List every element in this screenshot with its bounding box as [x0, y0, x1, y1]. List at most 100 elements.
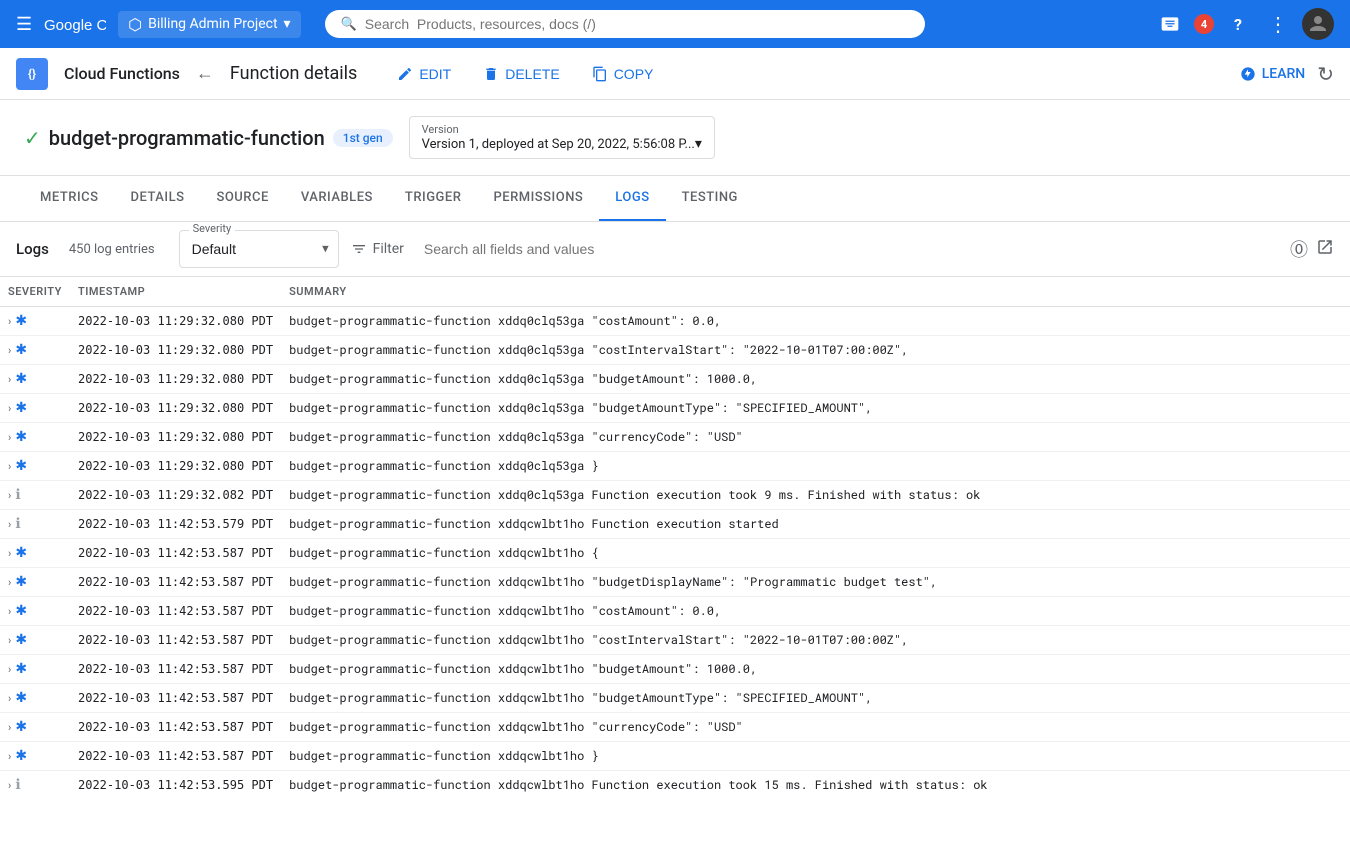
row-expand-btn[interactable]: › [8, 518, 11, 531]
row-expand-btn[interactable]: › [8, 489, 11, 502]
severity-select[interactable]: Default DEBUG INFO WARNING ERROR CRITICA… [179, 230, 339, 268]
timestamp-cell: 2022-10-03 11:29:32.080 PDT [70, 423, 281, 452]
summary-cell: budget-programmatic-function xddqcwlbt1h… [281, 626, 1350, 655]
back-button[interactable]: ← [196, 63, 214, 84]
severity-cell: ›✱ [0, 365, 70, 394]
severity-cell: ›✱ [0, 655, 70, 684]
summary-cell: budget-programmatic-function xddqcwlbt1h… [281, 510, 1350, 539]
row-expand-btn[interactable]: › [8, 431, 11, 444]
timestamp-cell: 2022-10-03 11:29:32.080 PDT [70, 365, 281, 394]
table-row[interactable]: ›✱2022-10-03 11:29:32.080 PDTbudget-prog… [0, 394, 1350, 423]
timestamp-cell: 2022-10-03 11:42:53.587 PDT [70, 568, 281, 597]
severity-cell: ›✱ [0, 568, 70, 597]
open-external-icon[interactable] [1316, 238, 1334, 261]
tab-trigger[interactable]: TRIGGER [389, 176, 478, 221]
cloud-shell-icon[interactable] [1154, 8, 1186, 40]
tab-variables[interactable]: VARIABLES [285, 176, 389, 221]
table-row[interactable]: ›✱2022-10-03 11:29:32.080 PDTbudget-prog… [0, 452, 1350, 481]
global-search[interactable]: 🔍 [325, 10, 925, 38]
severity-cell: ›✱ [0, 336, 70, 365]
severity-icon: ✱ [15, 603, 27, 619]
table-row[interactable]: ›✱2022-10-03 11:42:53.587 PDTbudget-prog… [0, 539, 1350, 568]
table-row[interactable]: ›ℹ2022-10-03 11:42:53.579 PDTbudget-prog… [0, 510, 1350, 539]
project-icon: ⬡ [128, 15, 142, 34]
table-row[interactable]: ›✱2022-10-03 11:29:32.080 PDTbudget-prog… [0, 336, 1350, 365]
timestamp-cell: 2022-10-03 11:42:53.587 PDT [70, 539, 281, 568]
row-expand-btn[interactable]: › [8, 721, 11, 734]
version-chevron-icon: ▾ [695, 136, 702, 152]
timestamp-cell: 2022-10-03 11:42:53.595 PDT [70, 771, 281, 793]
copy-button[interactable]: COPY [580, 60, 666, 88]
row-expand-btn[interactable]: › [8, 692, 11, 705]
tab-permissions[interactable]: PERMISSIONS [477, 176, 599, 221]
table-row[interactable]: ›✱2022-10-03 11:42:53.587 PDTbudget-prog… [0, 742, 1350, 771]
row-expand-btn[interactable]: › [8, 779, 11, 792]
more-options-icon[interactable]: ⋮ [1262, 8, 1294, 40]
severity-icon: ✱ [15, 632, 27, 648]
severity-icon: ✱ [15, 661, 27, 677]
timestamp-cell: 2022-10-03 11:42:53.587 PDT [70, 742, 281, 771]
tab-source[interactable]: SOURCE [200, 176, 284, 221]
severity-icon: ✱ [15, 574, 27, 590]
table-row[interactable]: ›ℹ2022-10-03 11:29:32.082 PDTbudget-prog… [0, 481, 1350, 510]
tab-logs[interactable]: LOGS [599, 176, 665, 221]
table-row[interactable]: ›✱2022-10-03 11:29:32.080 PDTbudget-prog… [0, 365, 1350, 394]
logs-help-icon[interactable]: ⓪ [1290, 236, 1308, 262]
timestamp-cell: 2022-10-03 11:42:53.587 PDT [70, 713, 281, 742]
table-row[interactable]: ›✱2022-10-03 11:42:53.587 PDTbudget-prog… [0, 684, 1350, 713]
row-expand-btn[interactable]: › [8, 576, 11, 589]
tab-testing[interactable]: TESTING [666, 176, 754, 221]
delete-button[interactable]: DELETE [471, 60, 571, 88]
search-icon: 🔍 [341, 17, 357, 32]
row-expand-btn[interactable]: › [8, 460, 11, 473]
user-avatar[interactable] [1302, 8, 1334, 40]
table-row[interactable]: ›✱2022-10-03 11:42:53.587 PDTbudget-prog… [0, 568, 1350, 597]
tab-metrics[interactable]: METRICS [24, 176, 114, 221]
top-navigation: ☰ Google Cloud ⬡ Billing Admin Project ▾… [0, 0, 1350, 48]
refresh-button[interactable]: ↻ [1317, 62, 1334, 86]
row-expand-btn[interactable]: › [8, 344, 11, 357]
version-label: Version [422, 123, 459, 136]
row-expand-btn[interactable]: › [8, 634, 11, 647]
row-expand-btn[interactable]: › [8, 547, 11, 560]
help-icon[interactable]: ? [1222, 8, 1254, 40]
table-row[interactable]: ›✱2022-10-03 11:29:32.080 PDTbudget-prog… [0, 423, 1350, 452]
severity-cell: ›ℹ [0, 771, 70, 793]
severity-icon: ✱ [15, 429, 27, 445]
learn-button[interactable]: LEARN [1240, 66, 1306, 82]
version-selector[interactable]: Version Version 1, deployed at Sep 20, 2… [409, 116, 715, 159]
service-name: Cloud Functions [64, 64, 180, 83]
severity-icon: ✱ [15, 690, 27, 706]
tab-details[interactable]: DETAILS [114, 176, 200, 221]
status-check-icon: ✓ [24, 126, 41, 150]
severity-cell: ›✱ [0, 626, 70, 655]
row-expand-btn[interactable]: › [8, 750, 11, 763]
menu-icon[interactable]: ☰ [16, 14, 32, 35]
search-input[interactable] [365, 16, 909, 32]
severity-filter[interactable]: Severity Default DEBUG INFO WARNING ERRO… [179, 230, 339, 268]
severity-cell: ›ℹ [0, 510, 70, 539]
function-name: ✓ budget-programmatic-function 1st gen [24, 126, 393, 150]
table-row[interactable]: ›✱2022-10-03 11:42:53.587 PDTbudget-prog… [0, 626, 1350, 655]
log-table-body: ›✱2022-10-03 11:29:32.080 PDTbudget-prog… [0, 307, 1350, 793]
log-search-input[interactable] [416, 235, 1278, 263]
severity-icon: ✱ [15, 342, 27, 358]
project-selector[interactable]: ⬡ Billing Admin Project ▾ [118, 11, 300, 38]
table-row[interactable]: ›✱2022-10-03 11:42:53.587 PDTbudget-prog… [0, 597, 1350, 626]
row-expand-btn[interactable]: › [8, 605, 11, 618]
table-row[interactable]: ›✱2022-10-03 11:42:53.587 PDTbudget-prog… [0, 713, 1350, 742]
edit-button[interactable]: EDIT [385, 60, 463, 88]
summary-cell: budget-programmatic-function xddq0clq53g… [281, 423, 1350, 452]
row-expand-btn[interactable]: › [8, 402, 11, 415]
row-expand-btn[interactable]: › [8, 373, 11, 386]
row-expand-btn[interactable]: › [8, 663, 11, 676]
severity-cell: ›✱ [0, 423, 70, 452]
row-expand-btn[interactable]: › [8, 315, 11, 328]
table-row[interactable]: ›✱2022-10-03 11:29:32.080 PDTbudget-prog… [0, 307, 1350, 336]
filter-button[interactable]: Filter [351, 241, 404, 257]
table-row[interactable]: ›✱2022-10-03 11:42:53.587 PDTbudget-prog… [0, 655, 1350, 684]
summary-cell: budget-programmatic-function xddqcwlbt1h… [281, 684, 1350, 713]
table-row[interactable]: ›ℹ2022-10-03 11:42:53.595 PDTbudget-prog… [0, 771, 1350, 793]
top-nav-right: 4 ? ⋮ [1154, 8, 1334, 40]
notification-badge[interactable]: 4 [1194, 14, 1214, 34]
